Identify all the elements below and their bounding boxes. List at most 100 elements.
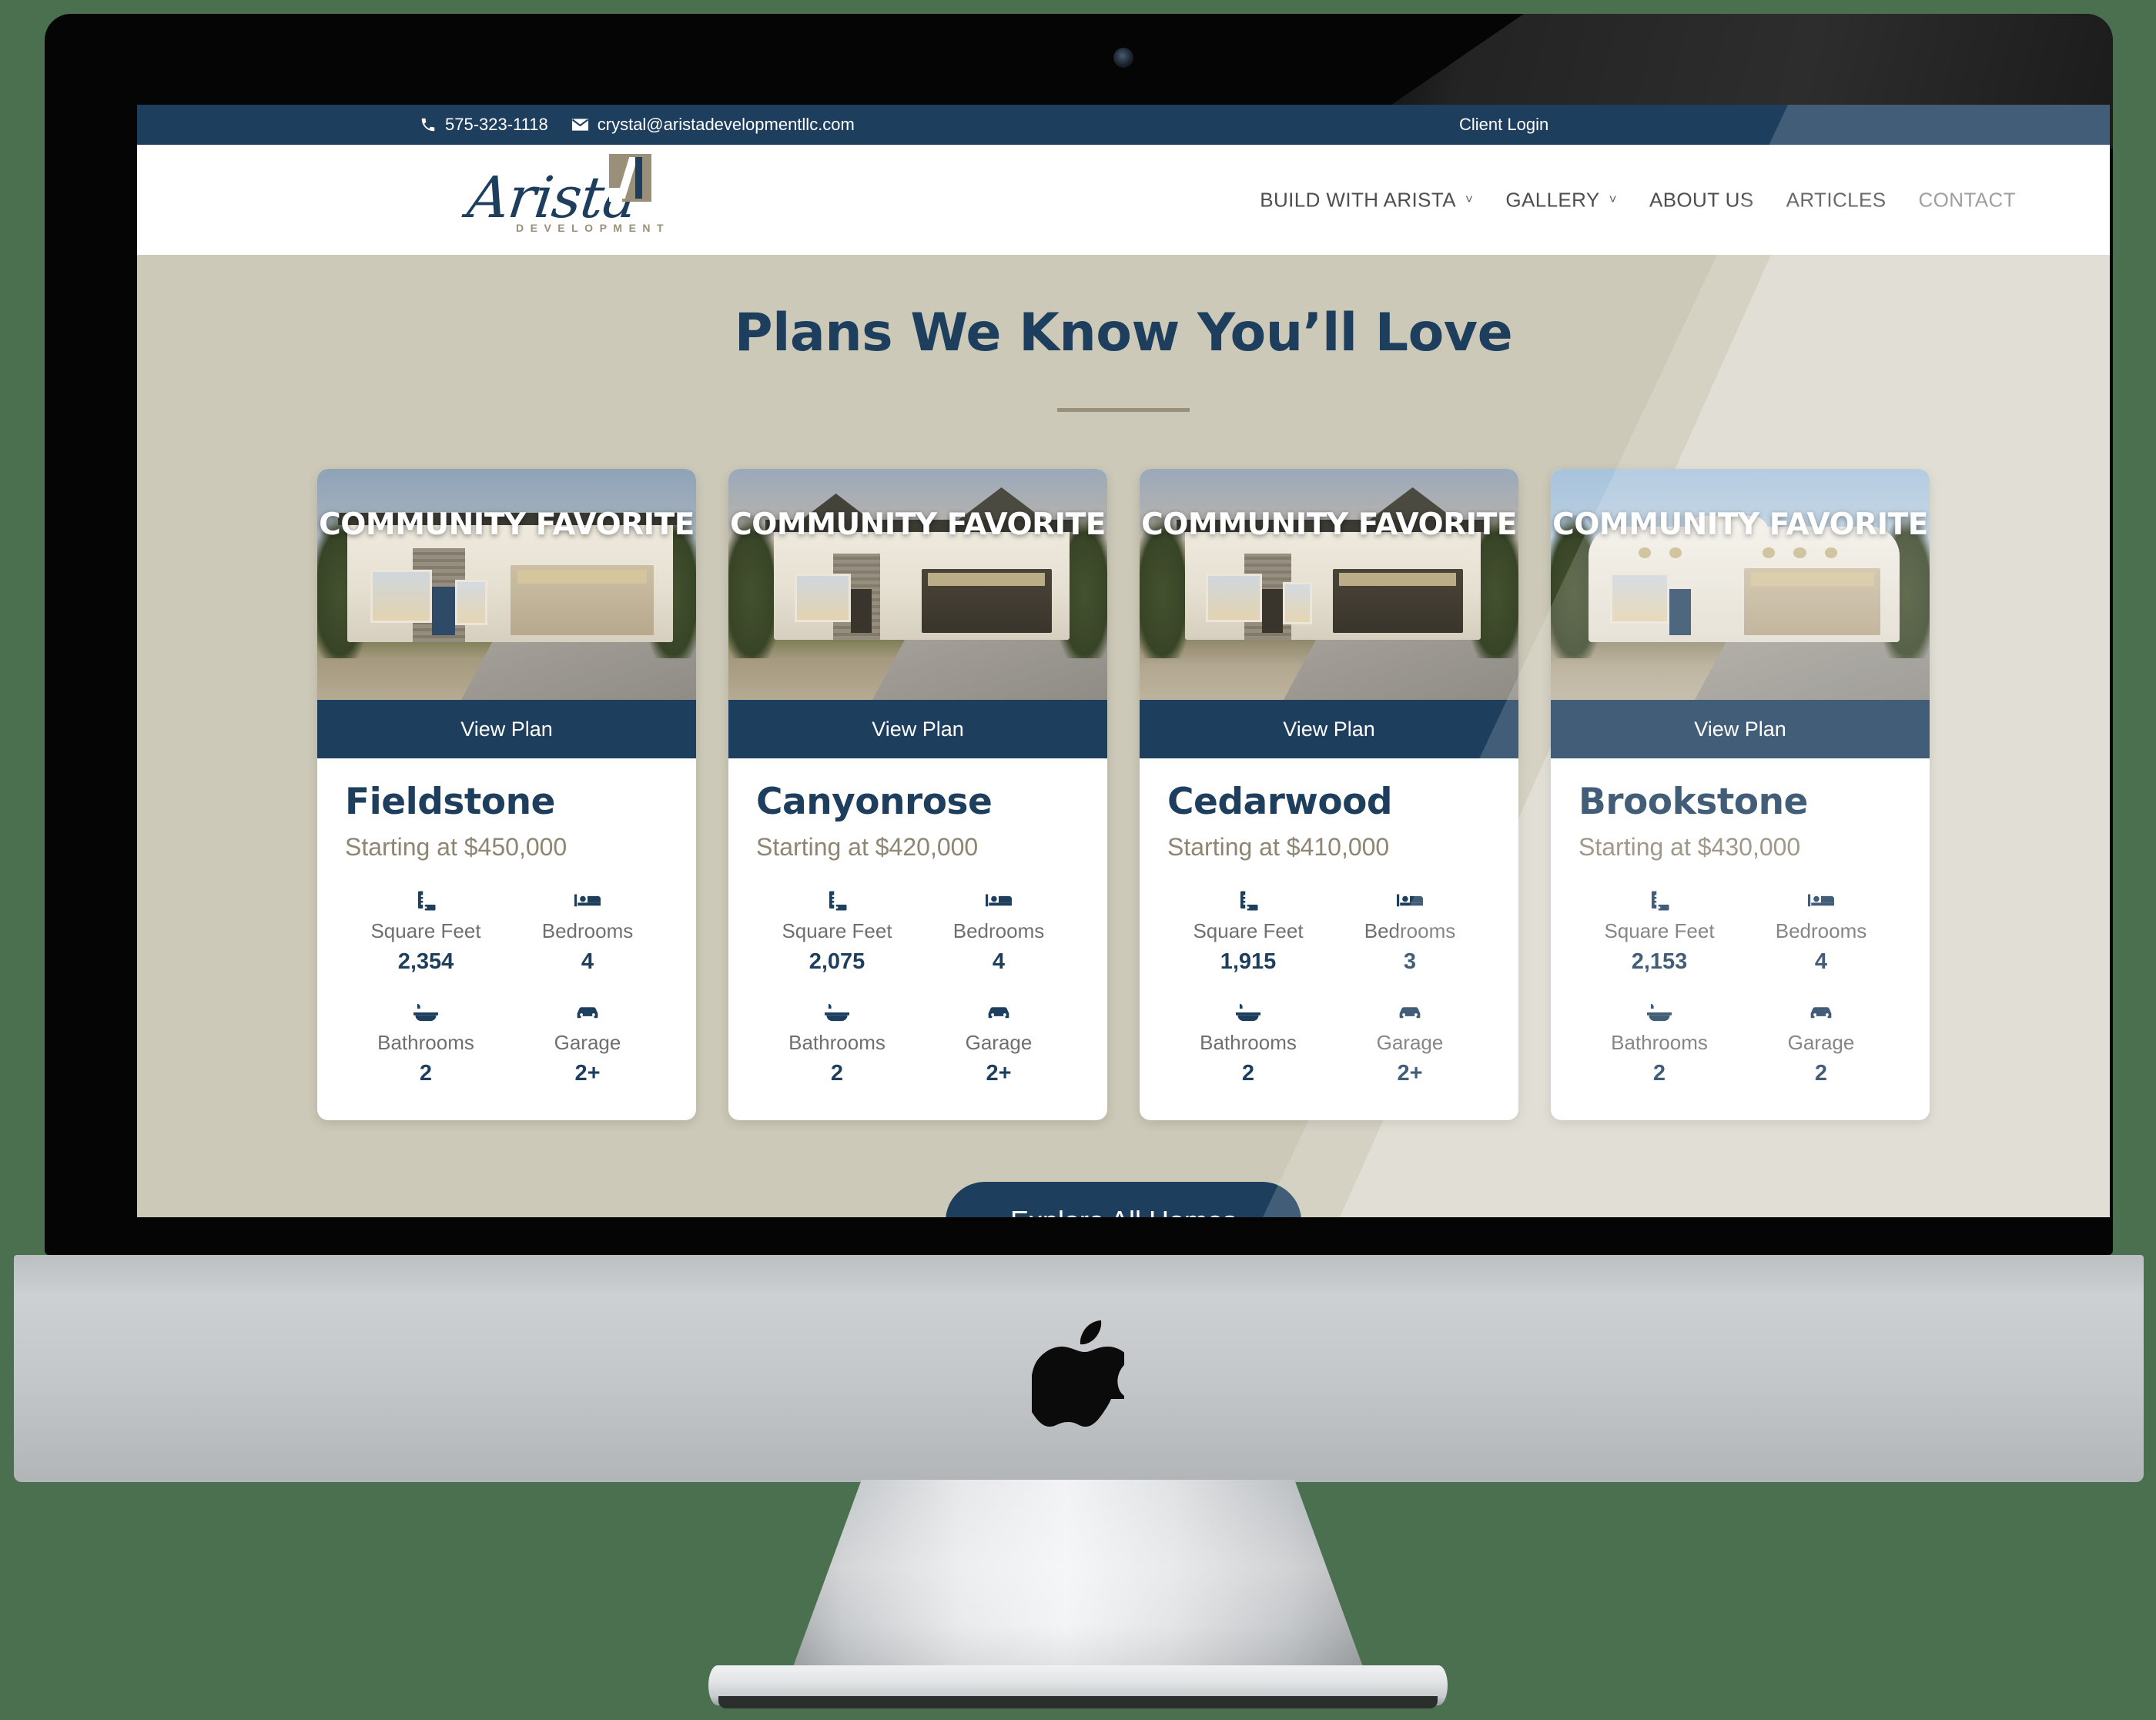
ruler-icon bbox=[756, 888, 918, 914]
plan-card[interactable]: COMMUNITY FAVORITE View Plan Cedarwood S… bbox=[1140, 469, 1518, 1120]
spec-bedrooms: Bedrooms 4 bbox=[507, 888, 668, 975]
view-plan-label: View Plan bbox=[872, 717, 964, 741]
plan-card-grid: COMMUNITY FAVORITE View Plan Fieldstone … bbox=[137, 469, 2110, 1120]
spec-garage: Garage 2 bbox=[1740, 999, 1902, 1086]
spec-label: Bedrooms bbox=[541, 919, 634, 942]
view-plan-button[interactable]: View Plan bbox=[317, 700, 696, 758]
spec-label: Garage bbox=[1787, 1030, 1855, 1054]
title-divider bbox=[1057, 408, 1190, 412]
plan-name: Brookstone bbox=[1578, 781, 1808, 823]
spec-square-feet: Square Feet 2,075 bbox=[756, 888, 918, 975]
plan-photo: COMMUNITY FAVORITE bbox=[728, 469, 1107, 700]
nav-label: ABOUT US bbox=[1649, 188, 1754, 211]
spec-value: 2 bbox=[1652, 1060, 1666, 1086]
plans-section: Plans We Know You’ll Love COMMUNITY FAVO… bbox=[137, 255, 2110, 1217]
plan-card[interactable]: COMMUNITY FAVORITE View Plan Canyonrose … bbox=[728, 469, 1107, 1120]
view-plan-label: View Plan bbox=[460, 717, 553, 741]
spec-value: 2+ bbox=[1397, 1060, 1423, 1086]
community-favorite-badge: COMMUNITY FAVORITE bbox=[1552, 507, 1928, 542]
plan-price: Starting at $420,000 bbox=[756, 832, 979, 861]
logo-emblem-icon bbox=[609, 153, 651, 202]
site-header: Arista DEVELOPMENT BUILD WITH ARISTA ˅ G… bbox=[137, 145, 2110, 255]
spec-garage: Garage 2+ bbox=[507, 999, 668, 1086]
plan-card[interactable]: COMMUNITY FAVORITE View Plan Fieldstone … bbox=[317, 469, 696, 1120]
spec-label: Square Feet bbox=[1604, 919, 1715, 942]
spec-label: Bedrooms bbox=[1775, 919, 1867, 942]
community-favorite-badge: COMMUNITY FAVORITE bbox=[1141, 507, 1517, 542]
spec-label: Garage bbox=[1376, 1030, 1444, 1054]
spec-value: 4 bbox=[581, 949, 594, 974]
plan-specs: Square Feet 2,354 Bedrooms 4 Bathrooms 2… bbox=[345, 888, 668, 1086]
spec-value: 2 bbox=[830, 1060, 844, 1086]
base-shadow bbox=[718, 1696, 1438, 1708]
plan-details: Cedarwood Starting at $410,000 Square Fe… bbox=[1140, 758, 1518, 1120]
apple-logo-icon bbox=[1030, 1320, 1134, 1432]
spec-value: 2+ bbox=[986, 1060, 1012, 1086]
spec-bathrooms: Bathrooms 2 bbox=[345, 999, 507, 1086]
ruler-icon bbox=[1578, 888, 1740, 914]
nav-item-articles[interactable]: ARTICLES bbox=[1786, 188, 1886, 212]
view-plan-label: View Plan bbox=[1694, 717, 1786, 741]
nav-label: ARTICLES bbox=[1786, 188, 1886, 211]
client-login-link[interactable]: Client Login bbox=[1371, 105, 2110, 145]
chevron-down-icon: ˅ bbox=[1465, 192, 1474, 207]
spec-bedrooms: Bedrooms 4 bbox=[1740, 888, 1902, 975]
nav-label: CONTACT bbox=[1918, 188, 2016, 211]
spec-bathrooms: Bathrooms 2 bbox=[1167, 999, 1329, 1086]
ruler-icon bbox=[1167, 888, 1329, 914]
view-plan-label: View Plan bbox=[1283, 717, 1375, 741]
plan-name: Fieldstone bbox=[345, 781, 555, 823]
page-title: Plans We Know You’ll Love bbox=[734, 303, 1513, 363]
spec-square-feet: Square Feet 1,915 bbox=[1167, 888, 1329, 975]
site-logo[interactable]: Arista DEVELOPMENT bbox=[460, 153, 699, 246]
nav-item-about-us[interactable]: ABOUT US bbox=[1649, 188, 1754, 212]
photo-house bbox=[1176, 487, 1490, 640]
spec-bathrooms: Bathrooms 2 bbox=[1578, 999, 1740, 1086]
car-icon bbox=[1329, 999, 1491, 1026]
car-icon bbox=[507, 999, 668, 1026]
bed-icon bbox=[1329, 888, 1491, 914]
car-icon bbox=[1740, 999, 1902, 1026]
webcam-icon bbox=[1113, 48, 1133, 68]
spec-label: Garage bbox=[554, 1030, 621, 1054]
spec-label: Bathrooms bbox=[377, 1030, 474, 1054]
spec-value: 2 bbox=[419, 1060, 433, 1086]
plan-card[interactable]: COMMUNITY FAVORITE View Plan Brookstone … bbox=[1551, 469, 1930, 1120]
view-plan-button[interactable]: View Plan bbox=[728, 700, 1107, 758]
monitor-stand bbox=[785, 1480, 1371, 1688]
photo-house bbox=[765, 487, 1079, 640]
spec-value: 2+ bbox=[574, 1060, 601, 1086]
monitor-bezel: 575-323-1118 crystal@aristadevelopmentll… bbox=[45, 14, 2113, 1255]
spec-value: 4 bbox=[992, 949, 1006, 974]
view-plan-button[interactable]: View Plan bbox=[1140, 700, 1518, 758]
plan-price: Starting at $430,000 bbox=[1578, 832, 1801, 861]
imac-device: 575-323-1118 crystal@aristadevelopmentll… bbox=[0, 0, 2156, 1720]
email-link[interactable]: crystal@aristadevelopmentllc.com bbox=[571, 115, 855, 135]
spec-value: 2 bbox=[1241, 1060, 1255, 1086]
spec-label: Bathrooms bbox=[1200, 1030, 1297, 1054]
bed-icon bbox=[507, 888, 668, 914]
bed-icon bbox=[1740, 888, 1902, 914]
phone-link[interactable]: 575-323-1118 bbox=[420, 115, 548, 135]
bathtub-icon bbox=[1167, 999, 1329, 1026]
contact-info: 575-323-1118 crystal@aristadevelopmentll… bbox=[420, 115, 855, 135]
car-icon bbox=[918, 999, 1080, 1026]
plan-specs: Square Feet 1,915 Bedrooms 3 Bathrooms 2… bbox=[1167, 888, 1491, 1086]
spec-label: Garage bbox=[965, 1030, 1033, 1054]
explore-all-homes-button[interactable]: Explore All Homes bbox=[945, 1181, 1302, 1217]
logo-subtitle: DEVELOPMENT bbox=[516, 221, 671, 234]
plan-photo: COMMUNITY FAVORITE bbox=[317, 469, 696, 700]
plan-details: Canyonrose Starting at $420,000 Square F… bbox=[728, 758, 1107, 1120]
nav-item-build-with-arista[interactable]: BUILD WITH ARISTA ˅ bbox=[1260, 188, 1473, 212]
bathtub-icon bbox=[1578, 999, 1740, 1026]
plan-details: Fieldstone Starting at $450,000 Square F… bbox=[317, 758, 696, 1120]
plan-photo: COMMUNITY FAVORITE bbox=[1551, 469, 1930, 700]
spec-label: Square Feet bbox=[782, 919, 892, 942]
nav-item-gallery[interactable]: GALLERY ˅ bbox=[1505, 188, 1617, 212]
nav-item-contact[interactable]: CONTACT bbox=[1918, 188, 2016, 212]
spec-value: 1,915 bbox=[1220, 949, 1277, 974]
phone-icon bbox=[420, 116, 437, 133]
view-plan-button[interactable]: View Plan bbox=[1551, 700, 1930, 758]
spec-value: 2,153 bbox=[1631, 949, 1688, 974]
spec-bathrooms: Bathrooms 2 bbox=[756, 999, 918, 1086]
